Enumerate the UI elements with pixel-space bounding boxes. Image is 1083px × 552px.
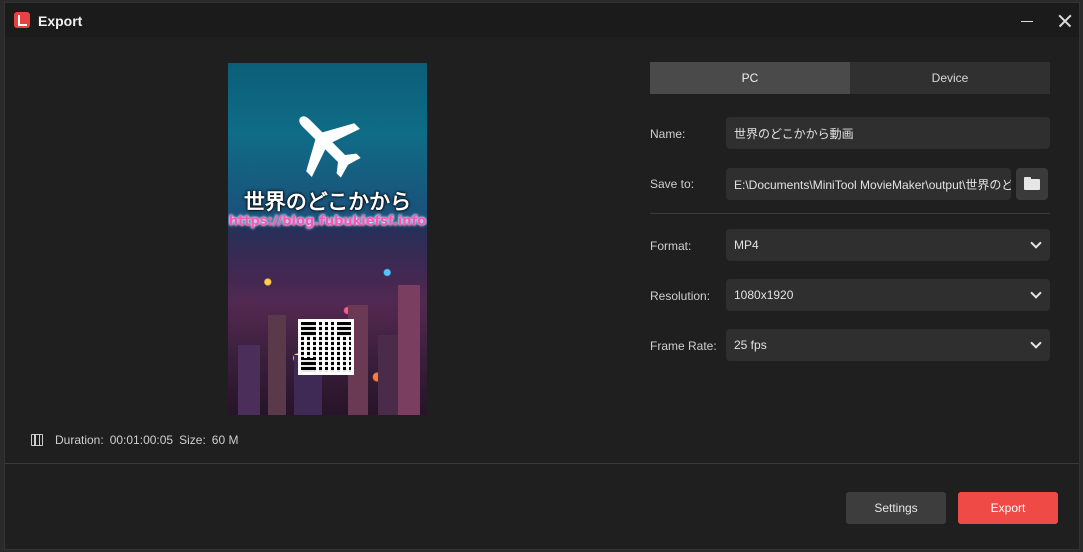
footer-divider (5, 463, 1079, 464)
frame-rate-value: 25 fps (734, 338, 767, 352)
preview-title-text: 世界のどこかから (243, 190, 412, 214)
export-button[interactable]: Export (958, 492, 1058, 524)
form-divider (650, 213, 1050, 214)
resolution-select[interactable]: 1080x1920 (726, 279, 1050, 311)
duration-value: 00:01:00:05 (109, 433, 174, 447)
name-label: Name: (650, 127, 686, 141)
format-value: MP4 (734, 238, 759, 252)
chevron-down-icon (1030, 287, 1042, 299)
export-dialog: Export 世界のどこかから https://blog.fubukiefsf.… (4, 2, 1080, 550)
qr-code-icon (298, 319, 354, 375)
duration-label: Duration: (55, 433, 104, 447)
chevron-down-icon (1030, 337, 1042, 349)
settings-button[interactable]: Settings (846, 492, 946, 524)
preview-url-text: https://blog.fubukiefsf.info (228, 214, 427, 229)
folder-icon[interactable] (1016, 168, 1048, 200)
size-value: 60 M (211, 433, 239, 447)
tab-pc[interactable]: PC (650, 62, 850, 94)
save-to-label: Save to: (650, 177, 695, 191)
size-label: Size: (179, 433, 206, 447)
resolution-label: Resolution: (650, 289, 711, 303)
tab-device[interactable]: Device (850, 62, 1050, 94)
name-field[interactable]: 世界のどこかから動画 (726, 117, 1050, 149)
minimize-icon[interactable] (1015, 9, 1039, 33)
title-bar: Export (5, 3, 1079, 37)
save-path-field[interactable]: E:\Documents\MiniTool MovieMaker\output\… (726, 168, 1011, 200)
airplane-icon (299, 116, 361, 178)
film-icon (31, 434, 43, 446)
frame-rate-select[interactable]: 25 fps (726, 329, 1050, 361)
chevron-down-icon (1030, 237, 1042, 249)
resolution-value: 1080x1920 (734, 288, 794, 302)
format-label: Format: (650, 239, 692, 253)
dialog-title: Export (38, 13, 83, 29)
frame-rate-label: Frame Rate: (650, 339, 717, 353)
video-preview: 世界のどこかから https://blog.fubukiefsf.info (228, 63, 427, 415)
close-icon[interactable] (1053, 9, 1077, 33)
format-select[interactable]: MP4 (726, 229, 1050, 261)
app-icon (14, 12, 30, 28)
target-tabs: PC Device (650, 62, 1050, 94)
video-meta: Duration: 00:01:00:05 Size: 60 M (31, 433, 238, 447)
